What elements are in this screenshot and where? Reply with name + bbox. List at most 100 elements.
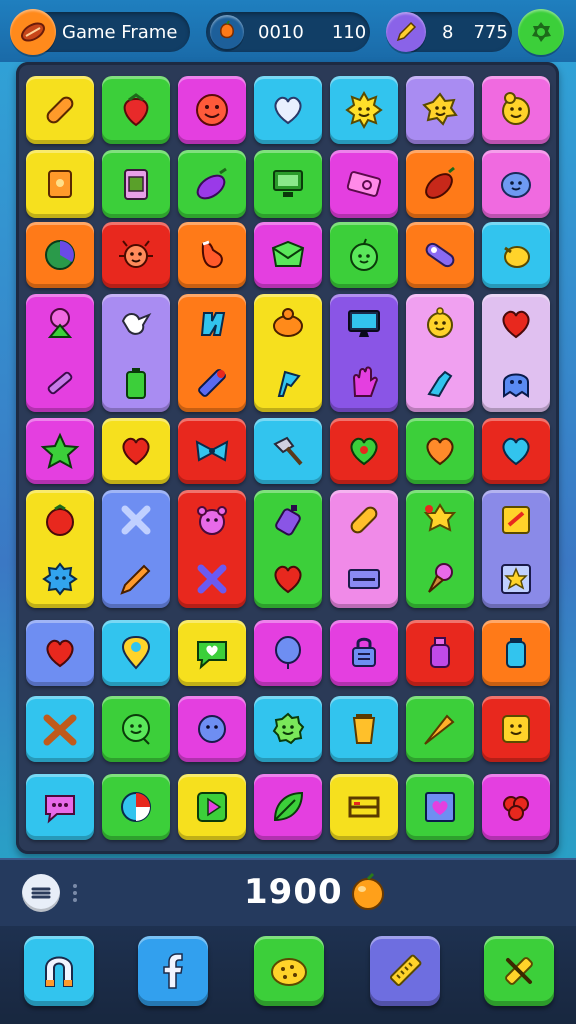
- tile-r4c1[interactable]: [26, 294, 94, 412]
- tile-r7c6[interactable]: [406, 620, 474, 686]
- counter-a: 0010: [258, 21, 304, 43]
- tile-r5c4[interactable]: [254, 418, 322, 484]
- tile-r4c2[interactable]: [102, 294, 170, 412]
- duck-face-icon: [502, 92, 530, 125]
- tile-r6c5[interactable]: [330, 490, 398, 608]
- tile-r9c2[interactable]: [102, 774, 170, 840]
- tile-r5c6[interactable]: [406, 418, 474, 484]
- battery-icon: [126, 367, 146, 399]
- tile-r8c4[interactable]: [254, 696, 322, 762]
- tile-r9c3[interactable]: [178, 774, 246, 840]
- tile-r9c1[interactable]: [26, 774, 94, 840]
- tile-r8c1[interactable]: [26, 696, 94, 762]
- bottle-icon: [427, 370, 453, 397]
- tile-r3c7[interactable]: [482, 222, 550, 288]
- berry-cluster-icon: [503, 796, 529, 821]
- tile-r1c6[interactable]: [406, 76, 474, 144]
- tile-r5c3[interactable]: [178, 418, 246, 484]
- carrot-icon: [424, 714, 455, 745]
- pencil-icon[interactable]: [386, 12, 426, 52]
- tile-r6c6[interactable]: [406, 490, 474, 608]
- star-face-icon: [422, 92, 458, 126]
- tile-r1c5[interactable]: [330, 76, 398, 144]
- tile-r7c5[interactable]: [330, 620, 398, 686]
- tile-r5c5[interactable]: [330, 418, 398, 484]
- tile-r4c4[interactable]: [254, 294, 322, 412]
- ice-cream-icon: [428, 562, 453, 593]
- counter-d: 775: [473, 21, 508, 43]
- tile-r4c7[interactable]: [482, 294, 550, 412]
- ruler-button[interactable]: [370, 936, 440, 1006]
- tile-r3c1[interactable]: [26, 222, 94, 288]
- tile-r1c3[interactable]: [178, 76, 246, 144]
- tile-r2c4[interactable]: [254, 150, 322, 218]
- share-button[interactable]: [138, 936, 208, 1006]
- tile-r9c5[interactable]: [330, 774, 398, 840]
- tile-r2c6[interactable]: [406, 150, 474, 218]
- apple-face-icon: [350, 238, 378, 271]
- tile-r2c7[interactable]: [482, 150, 550, 218]
- tile-r3c6[interactable]: [406, 222, 474, 288]
- tile-r6c1[interactable]: [26, 490, 94, 608]
- box-face-icon: [502, 715, 530, 743]
- ghost-face-icon: [503, 373, 529, 398]
- tile-r5c7[interactable]: [482, 418, 550, 484]
- tile-r9c7[interactable]: [482, 774, 550, 840]
- score-pill-left: 0010 110: [206, 12, 370, 52]
- flag-icon: [277, 370, 301, 397]
- tile-r6c7[interactable]: [482, 490, 550, 608]
- tile-r8c6[interactable]: [406, 696, 474, 762]
- menu-toggle-icon[interactable]: [22, 874, 60, 912]
- tile-r5c2[interactable]: [102, 418, 170, 484]
- tile-r4c3[interactable]: [178, 294, 246, 412]
- balloon-icon: [275, 636, 301, 669]
- heart-icon: [46, 639, 74, 668]
- location-marker-icon: [121, 635, 151, 670]
- tile-r6c4[interactable]: [254, 490, 322, 608]
- star-icon: [40, 432, 80, 469]
- tile-r1c1[interactable]: [26, 76, 94, 144]
- tile-r9c4[interactable]: [254, 774, 322, 840]
- tile-r6c3[interactable]: [178, 490, 246, 608]
- title-pill: Game Frame: [10, 9, 190, 55]
- tile-r3c5[interactable]: [330, 222, 398, 288]
- lock-icon: [352, 637, 376, 667]
- tile-r5c1[interactable]: [26, 418, 94, 484]
- tile-r7c4[interactable]: [254, 620, 322, 686]
- crossed-tools-icon: [505, 957, 533, 985]
- tile-r8c3[interactable]: [178, 696, 246, 762]
- eggplant-icon: [196, 167, 227, 200]
- bug-face-icon: [119, 240, 153, 268]
- tile-r8c5[interactable]: [330, 696, 398, 762]
- cookie-button[interactable]: [254, 936, 324, 1006]
- tile-r2c2[interactable]: [102, 150, 170, 218]
- tile-r4c6[interactable]: [406, 294, 474, 412]
- bear-face-icon: [197, 505, 227, 535]
- tile-r7c1[interactable]: [26, 620, 94, 686]
- tile-r1c4[interactable]: [254, 76, 322, 144]
- tile-r6c2[interactable]: [102, 490, 170, 608]
- tile-r2c5[interactable]: [330, 150, 398, 218]
- tile-r7c3[interactable]: [178, 620, 246, 686]
- tile-r2c1[interactable]: [26, 150, 94, 218]
- tile-r3c4[interactable]: [254, 222, 322, 288]
- tile-r2c3[interactable]: [178, 150, 246, 218]
- tools-button[interactable]: [484, 936, 554, 1006]
- tile-r8c2[interactable]: [102, 696, 170, 762]
- game-logo-icon[interactable]: [10, 9, 56, 55]
- tile-r9c6[interactable]: [406, 774, 474, 840]
- settings-gear-icon[interactable]: [518, 9, 564, 55]
- tile-r3c3[interactable]: [178, 222, 246, 288]
- pie-chart-icon: [121, 792, 151, 822]
- tile-r7c7[interactable]: [482, 620, 550, 686]
- chili-icon: [425, 166, 455, 199]
- tile-r1c2[interactable]: [102, 76, 170, 144]
- tile-r7c2[interactable]: [102, 620, 170, 686]
- tile-r1c7[interactable]: [482, 76, 550, 144]
- magnet-button[interactable]: [24, 936, 94, 1006]
- tile-r8c7[interactable]: [482, 696, 550, 762]
- tile-r3c2[interactable]: [102, 222, 170, 288]
- score-value: 1900: [244, 872, 343, 912]
- tile-r4c5[interactable]: [330, 294, 398, 412]
- location-pin-icon: [47, 307, 73, 338]
